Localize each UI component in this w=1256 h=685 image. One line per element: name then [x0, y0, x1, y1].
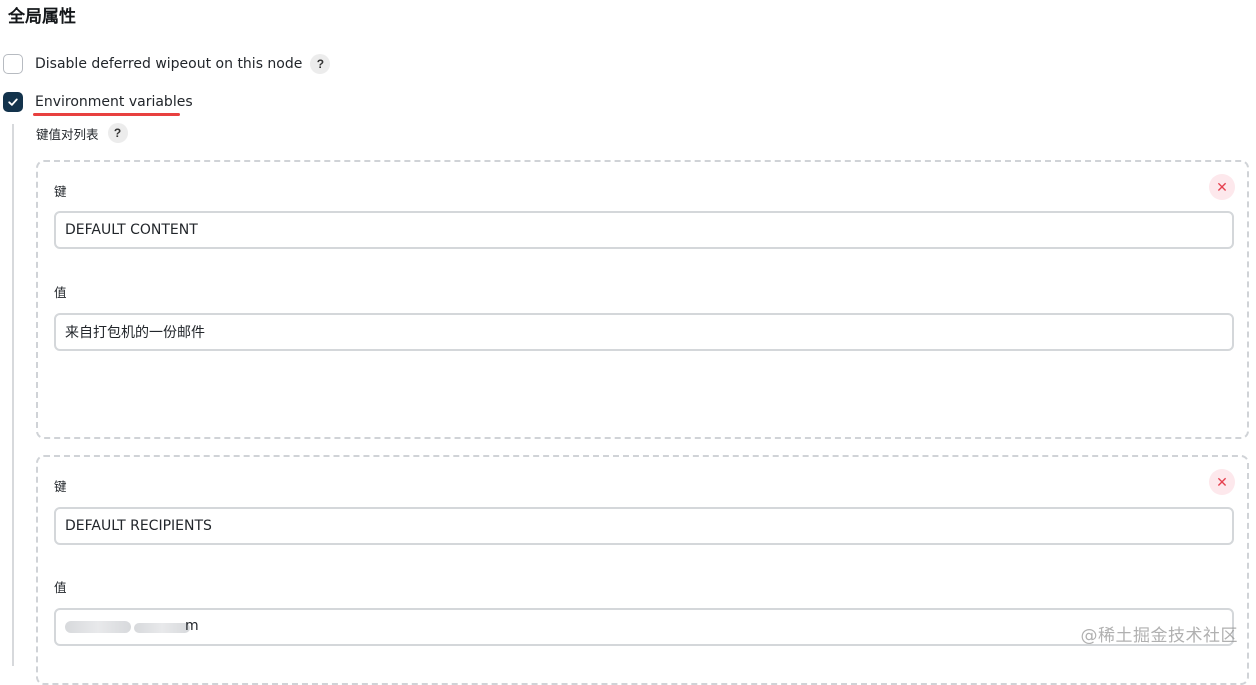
value-label: 值: [54, 580, 67, 595]
disable-wipeout-row: Disable deferred wipeout on this node ?: [3, 54, 331, 74]
key-label: 键: [54, 479, 67, 494]
value-input[interactable]: [54, 313, 1234, 351]
disable-wipeout-label[interactable]: Disable deferred wipeout on this node: [35, 56, 302, 72]
annotation-underline: [33, 113, 180, 116]
delete-entry-button[interactable]: ✕: [1209, 174, 1235, 200]
kv-list-label: 键值对列表: [36, 126, 99, 142]
key-label: 键: [54, 184, 67, 199]
section-title: 全局属性: [8, 7, 76, 27]
redacted-text: [134, 623, 190, 633]
nested-indent-line: [12, 124, 14, 666]
watermark: @稀土掘金技术社区: [1080, 626, 1238, 646]
delete-entry-button[interactable]: ✕: [1209, 469, 1235, 495]
value-visible-suffix: m: [185, 618, 199, 634]
disable-wipeout-checkbox[interactable]: [3, 54, 23, 74]
env-vars-row: Environment variables: [3, 92, 193, 112]
kv-list-header: 键值对列表 ?: [36, 123, 128, 143]
kv-list-help-icon[interactable]: ?: [107, 123, 128, 143]
env-vars-label[interactable]: Environment variables: [35, 94, 193, 110]
env-entry-card: 键 ✕ 值 m: [36, 455, 1249, 685]
env-entry-card: 键 ✕ 值: [36, 160, 1249, 439]
disable-wipeout-help-icon[interactable]: ?: [310, 54, 331, 74]
close-icon: ✕: [1216, 178, 1228, 195]
redacted-text: [65, 621, 131, 633]
value-label: 值: [54, 285, 67, 300]
checkmark-icon: [8, 98, 18, 106]
value-input[interactable]: m: [54, 608, 1234, 646]
env-vars-checkbox[interactable]: [3, 92, 23, 112]
key-input[interactable]: [54, 507, 1234, 545]
close-icon: ✕: [1216, 473, 1228, 490]
key-input[interactable]: [54, 211, 1234, 249]
